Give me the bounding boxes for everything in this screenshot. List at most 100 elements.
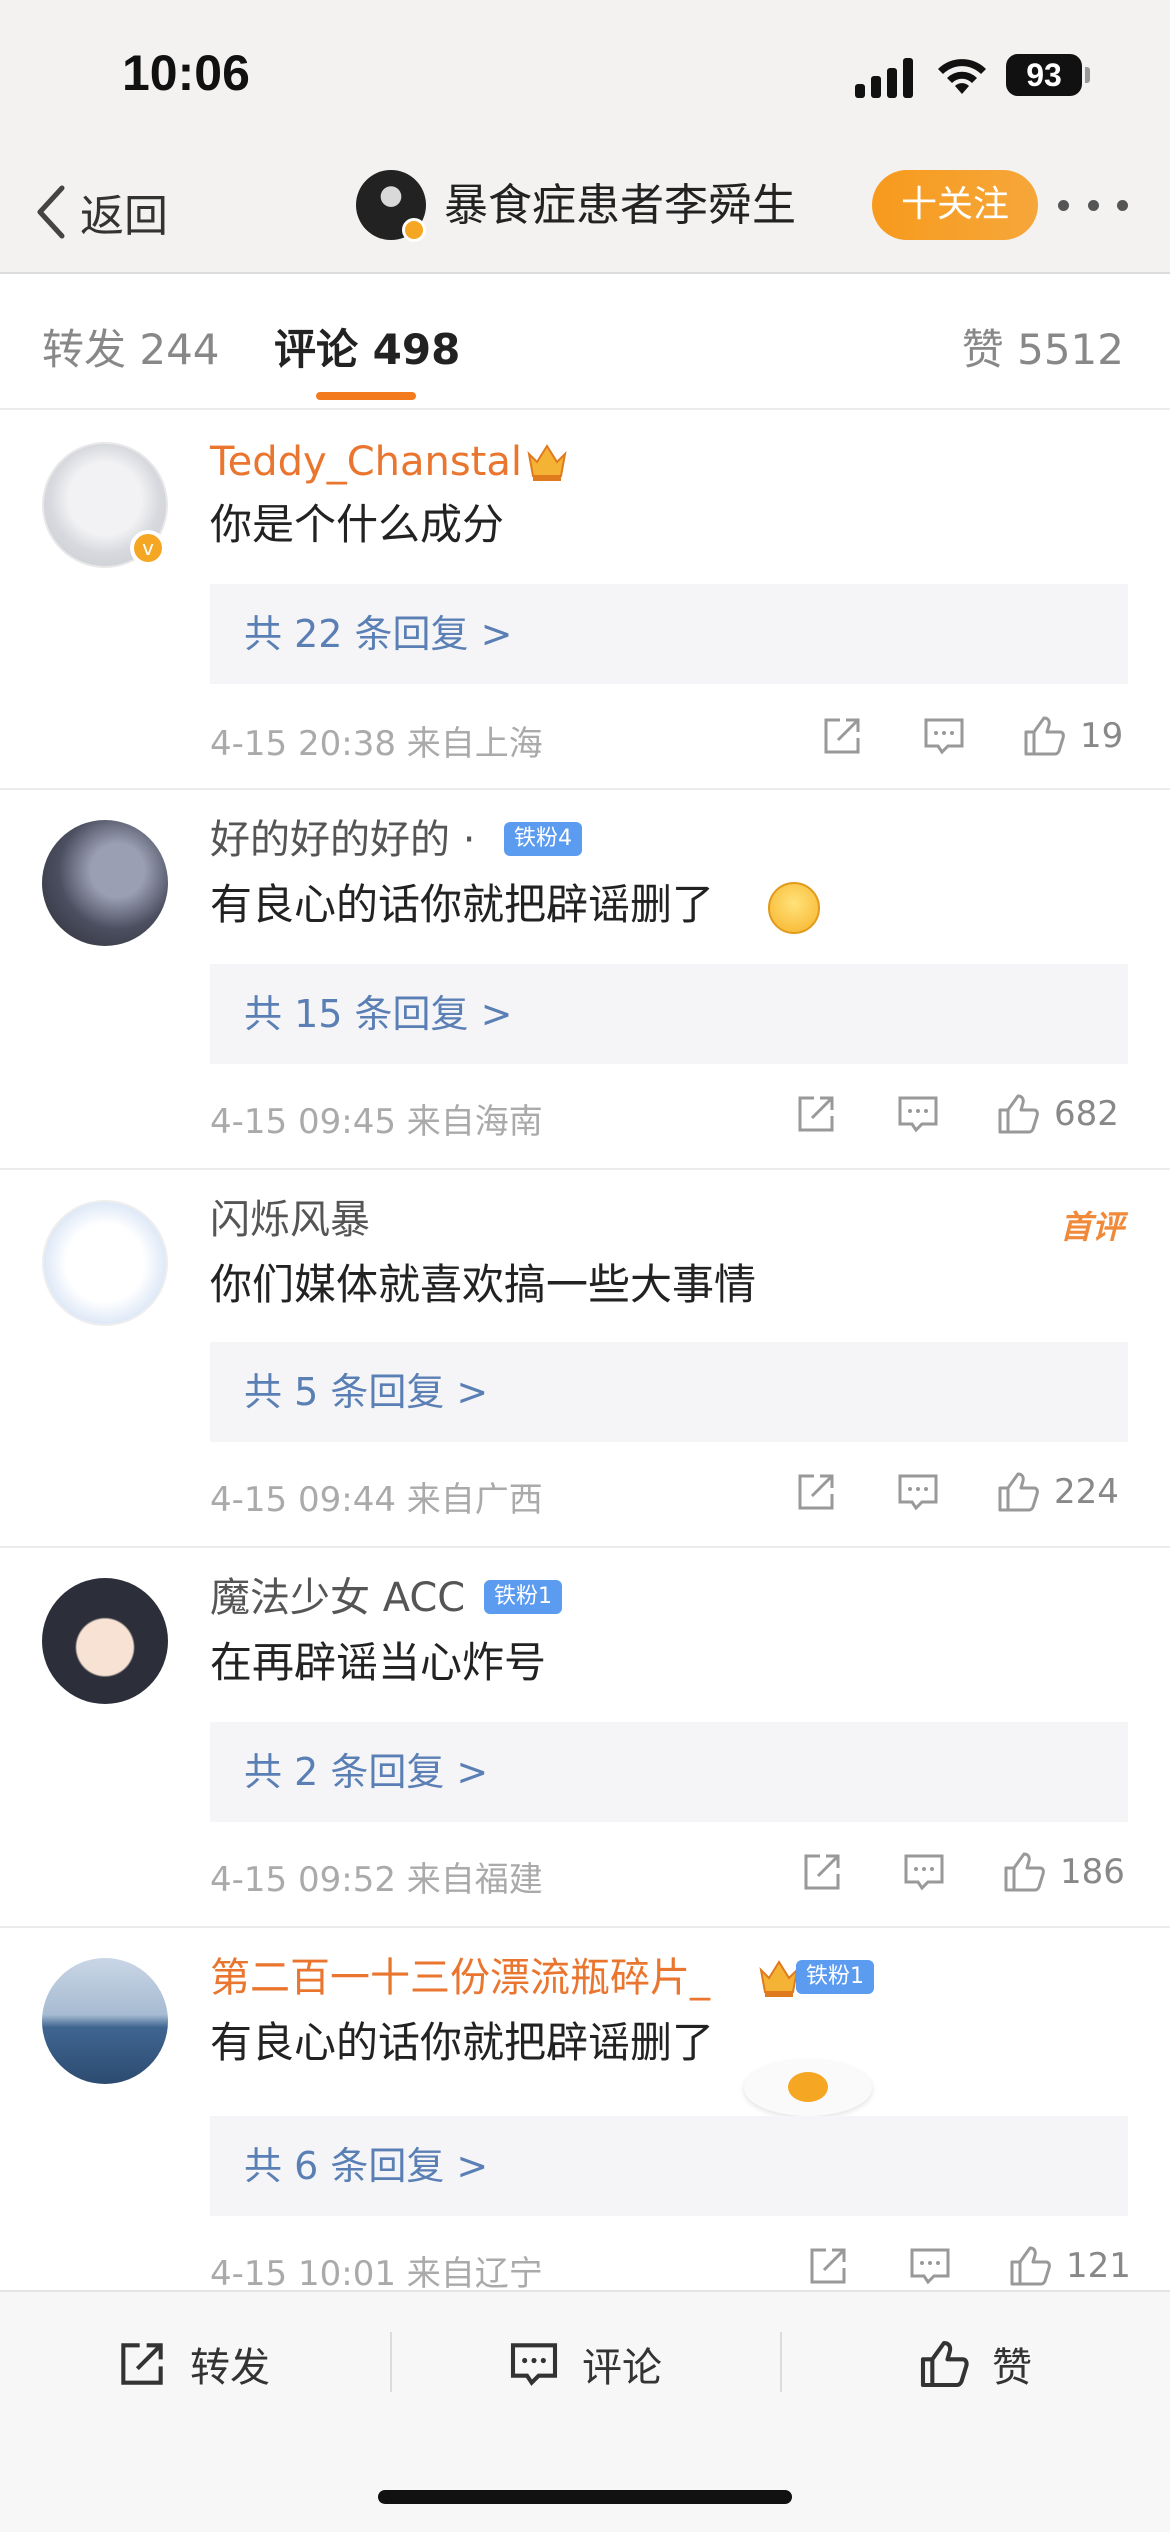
back-button[interactable]: 返回 (32, 176, 168, 248)
comment-location: 来自辽宁 (406, 2254, 543, 2294)
status-bar: 10:06 93 (0, 0, 1170, 150)
like-icon (998, 1472, 1039, 1512)
share-button[interactable] (792, 1464, 840, 1520)
verified-badge-icon (402, 218, 426, 242)
signal-icon (855, 58, 913, 98)
view-replies-link[interactable]: 共 22 条回复 > (210, 584, 1128, 684)
comment-username[interactable]: 好的好的好的 · (210, 812, 475, 868)
comment-icon (898, 1096, 938, 1133)
comment-username[interactable]: 闪烁风暴 (210, 1192, 370, 1248)
like-label: 赞 (992, 2345, 1032, 2391)
more-icon[interactable] (1058, 200, 1128, 212)
tab-comments[interactable]: 评论 498 (274, 316, 460, 377)
comment-item: 魔法少女 ACC 铁粉1 在再辟谣当心炸号 共 2 条回复 > 4-15 09:… (0, 1548, 1170, 1928)
comment-text: 有良心的话你就把辟谣删了 (210, 2018, 715, 2067)
fan-badge: 铁粉1 (484, 1580, 562, 1614)
battery-icon: 93 (1006, 54, 1082, 96)
share-icon (798, 1474, 834, 1510)
avatar[interactable] (42, 1958, 168, 2084)
share-icon (121, 2343, 163, 2385)
comment-location: 来自广西 (406, 1480, 543, 1520)
first-comment-badge: 首评 (1059, 1208, 1124, 1246)
back-icon (37, 185, 65, 239)
comment-meta: 4-15 20:38 来自上海 (210, 716, 543, 765)
comment-date: 4-15 09:45 (210, 1102, 396, 1142)
like-button[interactable]: 121 (1006, 2238, 1131, 2294)
like-button[interactable]: 186 (1000, 1844, 1125, 1900)
tab-repost[interactable]: 转发 244 (42, 316, 220, 377)
comment-button[interactable] (894, 1086, 942, 1142)
share-icon (824, 718, 860, 754)
share-button[interactable] (792, 1086, 840, 1142)
comment-item: 第二百一十三份漂流瓶碎片_ 铁粉1 有良心的话你就把辟谣删了 共 6 条回复 >… (0, 1928, 1170, 2294)
comment-button[interactable] (900, 1844, 948, 1900)
like-button[interactable]: 19 (1020, 708, 1123, 764)
status-time: 10:06 (122, 45, 250, 101)
fan-badge: 铁粉1 (796, 1960, 874, 1994)
comment-button[interactable] (906, 2238, 954, 2294)
comment-button[interactable] (920, 708, 968, 764)
crown-icon (759, 1960, 799, 1997)
divider (780, 2332, 782, 2392)
back-label: 返回 (80, 191, 168, 242)
share-icon (804, 1854, 840, 1890)
comment-icon (924, 718, 964, 755)
comment-username[interactable]: Teddy_Chanstal (210, 434, 522, 490)
comment-location: 来自上海 (406, 724, 543, 764)
comment-text: 在再辟谣当心炸号 (210, 1638, 547, 1687)
comment-text: 你是个什么成分 (210, 500, 505, 549)
comment-icon (904, 1854, 944, 1891)
tab-bar: 转发 244 评论 498 赞 5512 (0, 276, 1170, 410)
share-button[interactable] (804, 2238, 852, 2294)
comment-meta: 4-15 09:52 来自福建 (210, 1852, 543, 1901)
home-indicator (378, 2490, 792, 2504)
comment-item: 闪烁风暴 首评 你们媒体就喜欢搞一些大事情 共 5 条回复 > 4-15 09:… (0, 1170, 1170, 1548)
comment-label: 评论 (582, 2345, 662, 2391)
view-replies-link[interactable]: 共 2 条回复 > (210, 1722, 1128, 1822)
fried-egg-sticker-icon (744, 2060, 872, 2116)
tab-likes[interactable]: 赞 5512 (962, 316, 1124, 377)
comment-date: 4-15 09:44 (210, 1480, 396, 1520)
comment-meta: 4-15 09:44 来自广西 (210, 1472, 543, 1521)
nav-bar: 返回 暴食症患者李舜生 十关注 (0, 150, 1170, 274)
follow-button[interactable]: 十关注 (872, 170, 1038, 240)
divider (390, 2332, 392, 2392)
avatar[interactable] (42, 1200, 168, 1326)
page-title[interactable]: 暴食症患者李舜生 (444, 176, 796, 236)
avatar[interactable] (42, 820, 168, 946)
share-icon (798, 1096, 834, 1132)
crown-icon (527, 444, 567, 481)
share-icon (810, 2248, 846, 2284)
avatar[interactable] (42, 1578, 168, 1704)
comment-username[interactable]: 魔法少女 ACC (210, 1570, 465, 1626)
comment-text: 有良心的话你就把辟谣删了 (210, 880, 715, 929)
view-replies-link[interactable]: 共 5 条回复 > (210, 1342, 1128, 1442)
comment-toolbar-button[interactable]: 评论 (506, 2326, 662, 2402)
share-button[interactable] (818, 708, 866, 764)
view-replies-link[interactable]: 共 15 条回复 > (210, 964, 1128, 1064)
verified-badge-icon: v (130, 530, 166, 566)
like-count: 682 (1054, 1094, 1119, 1134)
like-count: 121 (1066, 2246, 1131, 2286)
comment-button[interactable] (894, 1464, 942, 1520)
like-icon (1024, 716, 1065, 756)
comment-item: v Teddy_Chanstal 你是个什么成分 共 22 条回复 > 4-15… (0, 412, 1170, 790)
comment-date: 4-15 09:52 (210, 1860, 396, 1900)
comment-icon (510, 2343, 558, 2386)
like-toolbar-button[interactable]: 赞 (916, 2326, 1032, 2402)
sleepy-emoji-icon (768, 882, 820, 934)
repost-button[interactable]: 转发 (114, 2326, 270, 2402)
share-button[interactable] (798, 1844, 846, 1900)
comment-icon (898, 1474, 938, 1511)
comment-item: 好的好的好的 · 铁粉4 有良心的话你就把辟谣删了 共 15 条回复 > 4-1… (0, 790, 1170, 1170)
comment-username[interactable]: 第二百一十三份漂流瓶碎片_ (210, 1950, 710, 2006)
comment-meta: 4-15 09:45 来自海南 (210, 1094, 543, 1143)
view-replies-link[interactable]: 共 6 条回复 > (210, 2116, 1128, 2216)
like-button[interactable]: 682 (994, 1086, 1119, 1142)
like-count: 186 (1060, 1852, 1125, 1892)
like-icon (1004, 1852, 1045, 1892)
comment-meta: 4-15 10:01 来自辽宁 (210, 2246, 543, 2295)
comment-text: 你们媒体就喜欢搞一些大事情 (210, 1260, 757, 1309)
like-button[interactable]: 224 (994, 1464, 1119, 1520)
like-count: 224 (1054, 1472, 1119, 1512)
